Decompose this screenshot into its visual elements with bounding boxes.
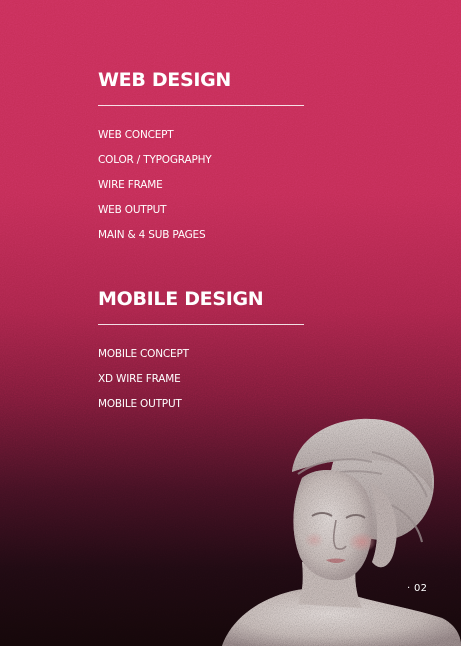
statue-bust-image bbox=[222, 418, 461, 646]
web-item-wire-frame: WIRE FRAME bbox=[98, 179, 163, 191]
web-item-color-typography: COLOR / TYPOGRAPHY bbox=[98, 154, 212, 166]
mobile-design-list: MOBILE CONCEPT XD WIRE FRAME MOBILE OUTP… bbox=[98, 342, 304, 417]
web-design-list: WEB CONCEPT COLOR / TYPOGRAPHY WIRE FRAM… bbox=[98, 123, 304, 248]
mobile-design-title: MOBILE DESIGN bbox=[98, 288, 264, 310]
mobile-item-wire-frame: XD WIRE FRAME bbox=[98, 373, 181, 385]
portfolio-page: WEB DESIGN WEB CONCEPT COLOR / TYPOGRAPH… bbox=[0, 0, 461, 646]
web-design-divider bbox=[98, 105, 304, 106]
web-item-output: WEB OUTPUT bbox=[98, 204, 167, 216]
web-item-pages: MAIN & 4 SUB PAGES bbox=[98, 229, 206, 241]
page-number: · 02 bbox=[407, 583, 428, 594]
mobile-design-section: MOBILE DESIGN MOBILE CONCEPT XD WIRE FRA… bbox=[98, 287, 304, 417]
web-design-section: WEB DESIGN WEB CONCEPT COLOR / TYPOGRAPH… bbox=[98, 68, 304, 248]
mobile-item-concept: MOBILE CONCEPT bbox=[98, 348, 189, 360]
web-design-title: WEB DESIGN bbox=[98, 69, 232, 91]
mobile-design-divider bbox=[98, 324, 304, 325]
web-item-concept: WEB CONCEPT bbox=[98, 129, 174, 141]
